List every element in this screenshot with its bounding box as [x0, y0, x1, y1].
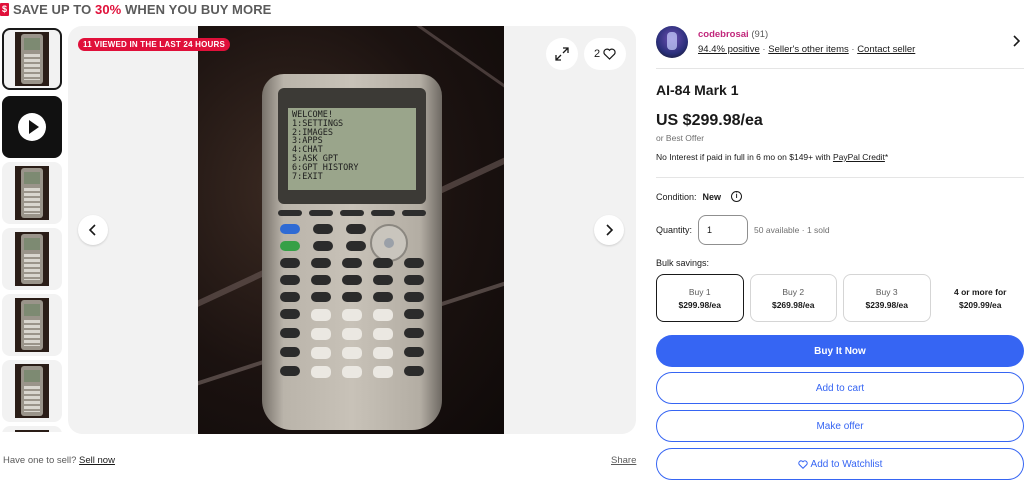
- expand-icon: [555, 47, 569, 61]
- promo-prefix: SAVE UP TO: [13, 1, 96, 17]
- chevron-right-icon[interactable]: [1012, 34, 1021, 50]
- best-offer-text: or Best Offer: [656, 133, 705, 143]
- quantity-available: 50 available · 1 sold: [754, 225, 830, 235]
- quantity-input[interactable]: [698, 215, 749, 245]
- thumbnail-item[interactable]: [2, 162, 62, 224]
- seller-positive-link[interactable]: 94.4% positive: [698, 44, 760, 55]
- calculator-screen-bezel: WELCOME! 1:SETTINGS 2:IMAGES 3:APPS 4:CH…: [278, 88, 426, 204]
- thumbnail-item[interactable]: [2, 360, 62, 422]
- calculator-screen: WELCOME! 1:SETTINGS 2:IMAGES 3:APPS 4:CH…: [288, 108, 416, 190]
- thumbnail-image: [15, 298, 49, 352]
- divider: [656, 177, 1024, 178]
- bulk-savings-options: Buy 1 $299.98/ea Buy 2 $269.98/ea Buy 3 …: [656, 274, 1024, 322]
- condition-label: Condition:: [656, 191, 697, 202]
- add-to-cart-button[interactable]: Add to cart: [656, 372, 1024, 404]
- paypal-credit-link[interactable]: PayPal Credit: [833, 152, 885, 162]
- bulk-option-1[interactable]: Buy 1 $299.98/ea: [656, 274, 744, 322]
- calculator-thumbnail: [21, 234, 43, 284]
- calculator-image: WELCOME! 1:SETTINGS 2:IMAGES 3:APPS 4:CH…: [262, 74, 442, 430]
- add-to-watchlist-label: Add to Watchlist: [810, 458, 883, 470]
- calculator-keypad: [280, 224, 424, 385]
- expand-button[interactable]: [546, 38, 578, 70]
- chevron-right-icon: [606, 224, 614, 236]
- info-icon[interactable]: i: [731, 191, 743, 202]
- seller-name-row: codebrosai (91): [698, 29, 768, 40]
- add-to-watchlist-button[interactable]: Add to Watchlist: [656, 448, 1024, 480]
- seller-feedback-count: (91): [751, 29, 769, 40]
- price-tag-icon: $: [0, 2, 9, 16]
- seller-card[interactable]: codebrosai (91) 94.4% positive · Seller'…: [656, 26, 1024, 60]
- quantity-row: Quantity: 50 available · 1 sold: [656, 215, 830, 245]
- chevron-left-icon: [88, 224, 96, 236]
- quantity-label: Quantity:: [656, 225, 693, 235]
- buy-it-now-button[interactable]: Buy It Now: [656, 335, 1024, 367]
- viewed-badge: 11 VIEWED IN THE LAST 24 HOURS: [78, 38, 231, 51]
- calculator-thumbnail: [21, 168, 43, 218]
- sell-prompt: Have one to sell? Sell now: [3, 455, 115, 466]
- bulk-option-2[interactable]: Buy 2 $269.98/ea: [749, 274, 837, 322]
- seller-name[interactable]: codebrosai: [698, 29, 749, 40]
- sell-question: Have one to sell?: [3, 455, 80, 466]
- play-icon: [18, 113, 46, 141]
- make-offer-button[interactable]: Make offer: [656, 410, 1024, 442]
- main-image-viewer[interactable]: WELCOME! 1:SETTINGS 2:IMAGES 3:APPS 4:CH…: [68, 26, 636, 434]
- previous-image-button[interactable]: [78, 215, 108, 245]
- thumbnail-image: [15, 32, 49, 86]
- item-price: US $299.98/ea: [656, 112, 763, 129]
- thumbnail-image: [15, 232, 49, 286]
- condition-row: Condition: New i: [656, 191, 743, 202]
- contact-seller-link[interactable]: Contact seller: [857, 44, 915, 55]
- seller-links: 94.4% positive · Seller's other items · …: [698, 44, 916, 55]
- product-photo: WELCOME! 1:SETTINGS 2:IMAGES 3:APPS 4:CH…: [198, 26, 504, 434]
- thumbnail-image: [15, 166, 49, 220]
- promo-suffix: WHEN YOU BUY MORE: [121, 1, 272, 17]
- calculator-thumbnail: [21, 366, 43, 416]
- calculator-thumbnail: [21, 300, 43, 350]
- bulk-savings-label: Bulk savings:: [656, 258, 710, 268]
- thumbnail-image: [15, 430, 49, 432]
- thumbnail-item[interactable]: [2, 294, 62, 356]
- share-link[interactable]: Share: [611, 455, 636, 466]
- condition-value: New: [702, 191, 722, 202]
- seller-avatar: [656, 26, 688, 58]
- thumbnail-strip: [0, 26, 64, 432]
- seller-other-items-link[interactable]: Seller's other items: [768, 44, 848, 55]
- thumbnail-item[interactable]: [2, 28, 62, 90]
- watch-count: 2: [593, 48, 601, 60]
- promo-highlight: 30%: [95, 1, 122, 17]
- function-keys: [278, 210, 426, 216]
- sell-now-link[interactable]: Sell now: [79, 455, 115, 466]
- thumbnail-item[interactable]: [2, 426, 62, 432]
- promo-banner: $ SAVE UP TO 30% WHEN YOU BUY MORE: [0, 0, 271, 18]
- watch-button[interactable]: 2: [584, 38, 626, 70]
- thumbnail-image: [15, 364, 49, 418]
- calculator-thumbnail: [21, 34, 43, 84]
- bulk-option-3[interactable]: Buy 3 $239.98/ea: [843, 274, 931, 322]
- heart-icon: [797, 459, 808, 469]
- divider: [656, 68, 1024, 69]
- next-image-button[interactable]: [594, 215, 624, 245]
- bulk-option-4[interactable]: 4 or more for $209.99/ea: [937, 274, 1024, 322]
- promo-text: SAVE UP TO 30% WHEN YOU BUY MORE: [13, 2, 271, 17]
- item-title: AI-84 Mark 1: [656, 82, 739, 98]
- video-thumbnail[interactable]: [2, 96, 62, 158]
- heart-icon: [603, 48, 616, 60]
- credit-offer: No Interest if paid in full in 6 mo on $…: [656, 152, 889, 162]
- thumbnail-item[interactable]: [2, 228, 62, 290]
